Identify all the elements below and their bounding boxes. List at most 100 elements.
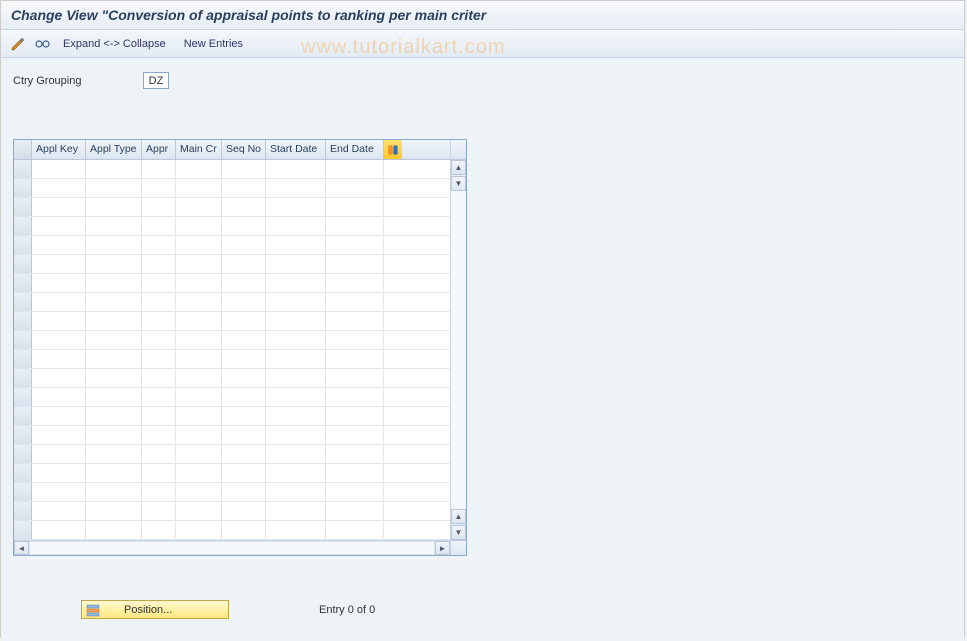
table-cell[interactable] <box>176 331 222 349</box>
table-cell[interactable] <box>266 331 326 349</box>
table-cell[interactable] <box>326 293 384 311</box>
table-cell[interactable] <box>266 521 326 539</box>
table-cell[interactable] <box>222 198 266 216</box>
table-cell[interactable] <box>266 274 326 292</box>
toggle-edit-icon[interactable] <box>9 35 27 53</box>
table-cell[interactable] <box>266 179 326 197</box>
table-cell[interactable] <box>384 502 402 520</box>
table-cell[interactable] <box>266 236 326 254</box>
table-cell[interactable] <box>222 521 266 539</box>
row-selector[interactable] <box>14 426 32 444</box>
table-cell[interactable] <box>32 445 86 463</box>
table-cell[interactable] <box>32 426 86 444</box>
scroll-down-button[interactable]: ▼ <box>451 525 466 540</box>
scroll-up-button[interactable]: ▲ <box>451 160 466 175</box>
table-cell[interactable] <box>384 426 402 444</box>
table-cell[interactable] <box>176 312 222 330</box>
table-cell[interactable] <box>32 483 86 501</box>
table-cell[interactable] <box>222 369 266 387</box>
table-cell[interactable] <box>32 236 86 254</box>
table-cell[interactable] <box>142 293 176 311</box>
table-row[interactable] <box>14 521 450 540</box>
table-cell[interactable] <box>86 236 142 254</box>
table-row[interactable] <box>14 445 450 464</box>
col-main-cr[interactable]: Main Cr <box>176 140 222 159</box>
table-cell[interactable] <box>142 426 176 444</box>
table-row[interactable] <box>14 312 450 331</box>
table-row[interactable] <box>14 502 450 521</box>
table-cell[interactable] <box>326 426 384 444</box>
new-entries-button[interactable]: New Entries <box>178 36 249 52</box>
table-cell[interactable] <box>384 236 402 254</box>
col-appl-type[interactable]: Appl Type <box>86 140 142 159</box>
table-cell[interactable] <box>176 350 222 368</box>
table-cell[interactable] <box>176 502 222 520</box>
table-row[interactable] <box>14 160 450 179</box>
table-cell[interactable] <box>176 464 222 482</box>
table-cell[interactable] <box>222 274 266 292</box>
table-cell[interactable] <box>86 426 142 444</box>
table-cell[interactable] <box>32 369 86 387</box>
table-cell[interactable] <box>326 502 384 520</box>
table-cell[interactable] <box>176 407 222 425</box>
table-cell[interactable] <box>326 521 384 539</box>
table-cell[interactable] <box>326 160 384 178</box>
table-cell[interactable] <box>142 369 176 387</box>
table-cell[interactable] <box>222 236 266 254</box>
row-selector[interactable] <box>14 312 32 330</box>
table-cell[interactable] <box>384 198 402 216</box>
table-cell[interactable] <box>142 445 176 463</box>
table-cell[interactable] <box>32 312 86 330</box>
table-cell[interactable] <box>384 407 402 425</box>
table-cell[interactable] <box>86 293 142 311</box>
position-button[interactable]: Position... <box>81 600 229 619</box>
table-cell[interactable] <box>326 388 384 406</box>
table-cell[interactable] <box>86 445 142 463</box>
col-seq-no[interactable]: Seq No <box>222 140 266 159</box>
table-cell[interactable] <box>326 236 384 254</box>
table-config-button[interactable] <box>384 140 402 159</box>
row-selector[interactable] <box>14 521 32 539</box>
table-row[interactable] <box>14 426 450 445</box>
table-cell[interactable] <box>176 198 222 216</box>
table-cell[interactable] <box>266 464 326 482</box>
row-selector[interactable] <box>14 369 32 387</box>
table-cell[interactable] <box>384 331 402 349</box>
table-cell[interactable] <box>32 293 86 311</box>
table-row[interactable] <box>14 179 450 198</box>
table-cell[interactable] <box>266 312 326 330</box>
table-cell[interactable] <box>86 198 142 216</box>
select-all-header[interactable] <box>14 140 32 159</box>
table-cell[interactable] <box>266 445 326 463</box>
table-cell[interactable] <box>326 331 384 349</box>
col-appr[interactable]: Appr <box>142 140 176 159</box>
table-cell[interactable] <box>32 521 86 539</box>
table-cell[interactable] <box>326 198 384 216</box>
table-cell[interactable] <box>222 388 266 406</box>
table-cell[interactable] <box>32 179 86 197</box>
table-cell[interactable] <box>32 407 86 425</box>
table-cell[interactable] <box>222 445 266 463</box>
table-cell[interactable] <box>142 407 176 425</box>
table-cell[interactable] <box>326 217 384 235</box>
table-row[interactable] <box>14 483 450 502</box>
table-cell[interactable] <box>176 179 222 197</box>
table-cell[interactable] <box>222 407 266 425</box>
table-row[interactable] <box>14 464 450 483</box>
col-start-date[interactable]: Start Date <box>266 140 326 159</box>
table-cell[interactable] <box>86 483 142 501</box>
table-cell[interactable] <box>176 255 222 273</box>
table-cell[interactable] <box>266 369 326 387</box>
table-cell[interactable] <box>176 445 222 463</box>
table-cell[interactable] <box>326 255 384 273</box>
table-cell[interactable] <box>266 160 326 178</box>
table-row[interactable] <box>14 331 450 350</box>
table-row[interactable] <box>14 293 450 312</box>
table-cell[interactable] <box>222 217 266 235</box>
row-selector[interactable] <box>14 198 32 216</box>
row-selector[interactable] <box>14 407 32 425</box>
table-cell[interactable] <box>142 350 176 368</box>
table-row[interactable] <box>14 369 450 388</box>
expand-collapse-button[interactable]: Expand <-> Collapse <box>57 36 172 52</box>
table-cell[interactable] <box>142 160 176 178</box>
